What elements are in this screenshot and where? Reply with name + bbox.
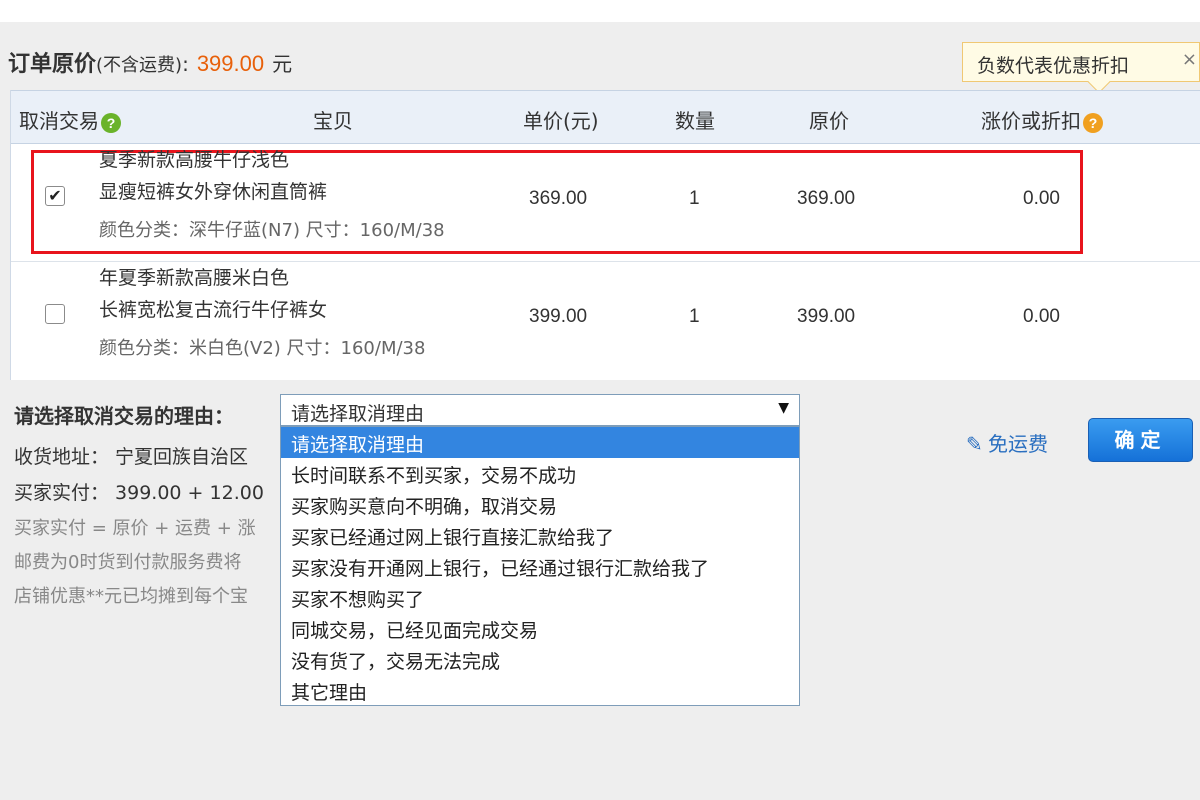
order-price-line: 订单原价 (不含运费) : 399.00 元 [8, 46, 292, 80]
dropdown-option[interactable]: 买家不想购买了 [281, 582, 799, 613]
item-title-line1[interactable]: 年夏季新款高腰米白色 [99, 262, 289, 294]
coupon-note: 店铺优惠**元已均摊到每个宝 [14, 586, 248, 607]
cancel-checkbox[interactable]: ✔ [45, 186, 65, 206]
header-unit-price: 单价(元) [523, 109, 599, 133]
cancel-reason-label: 请选择取消交易的理由： [14, 404, 234, 428]
header-quantity: 数量 [675, 109, 715, 133]
cancel-reason-select[interactable]: 请选择取消理由 ▼ [280, 394, 800, 426]
order-price-subtitle: (不含运费) [96, 55, 183, 76]
unit-price: 399.00 [529, 306, 588, 327]
dropdown-option[interactable]: 同城交易，已经见面完成交易 [281, 613, 799, 644]
table-row: ✔ 夏季新款高腰牛仔浅色 显瘦短裤女外穿休闲直筒裤 颜色分类：深牛仔蓝(N7) … [11, 144, 1200, 262]
item-title-line2[interactable]: 长裤宽松复古流行牛仔裤女 [99, 294, 327, 326]
buyer-paid: 买家实付： 399.00 + 12.00 [14, 482, 264, 504]
table-row: 年夏季新款高腰米白色 长裤宽松复古流行牛仔裤女 颜色分类：米白色(V2) 尺寸：… [11, 262, 1200, 380]
header-discount-label: 涨价或折扣 [981, 109, 1081, 133]
tooltip-text: 负数代表优惠折扣 [977, 55, 1130, 77]
header-original-price: 原价 [809, 109, 849, 133]
pencil-icon: ✎ [966, 432, 983, 456]
discount-value: 0.00 [1023, 188, 1060, 209]
header-item: 宝贝 [313, 109, 353, 133]
cancel-reason-dropdown: 请选择取消理由 长时间联系不到买家，交易不成功 买家购买意向不明确，取消交易 买… [280, 426, 800, 706]
item-title-line1[interactable]: 夏季新款高腰牛仔浅色 [99, 144, 289, 176]
free-shipping-link[interactable]: ✎ 免运费 [966, 428, 1048, 457]
original-price: 369.00 [797, 188, 856, 209]
paid-formula: 买家实付 = 原价 + 运费 + 涨 [14, 518, 256, 539]
header-cancel-trade-label: 取消交易 [19, 109, 99, 133]
table-header: 取消交易? 宝贝 单价(元) 数量 原价 涨价或折扣? [11, 90, 1200, 144]
unit-price: 369.00 [529, 188, 588, 209]
order-items-table: 取消交易? 宝贝 单价(元) 数量 原价 涨价或折扣? ✔ 夏季新款高腰牛仔浅色… [10, 90, 1200, 380]
dropdown-option[interactable]: 其它理由 [281, 675, 799, 706]
order-price-title: 订单原价 [8, 52, 97, 77]
shipping-address: 收货地址： 宁夏回族自治区 [14, 446, 249, 468]
dropdown-option[interactable]: 买家购买意向不明确，取消交易 [281, 489, 799, 520]
item-sku: 颜色分类：米白色(V2) 尺寸：160/M/38 [99, 338, 426, 359]
order-price-amount: 399.00 [196, 51, 265, 76]
item-title-line2[interactable]: 显瘦短裤女外穿休闲直筒裤 [99, 176, 327, 208]
quantity: 1 [689, 188, 700, 209]
order-price-colon: : [182, 52, 189, 76]
confirm-button[interactable]: 确定 [1088, 418, 1193, 462]
close-icon[interactable]: × [1182, 49, 1197, 70]
dropdown-option[interactable]: 没有货了，交易无法完成 [281, 644, 799, 675]
dropdown-option[interactable]: 买家已经通过网上银行直接汇款给我了 [281, 520, 799, 551]
chevron-down-icon: ▼ [778, 400, 789, 416]
top-band [0, 0, 1200, 22]
help-icon[interactable]: ? [101, 112, 121, 133]
dropdown-option[interactable]: 长时间联系不到买家，交易不成功 [281, 458, 799, 489]
cancel-checkbox[interactable] [45, 304, 65, 324]
help-icon[interactable]: ? [1083, 112, 1103, 133]
item-sku: 颜色分类：深牛仔蓝(N7) 尺寸：160/M/38 [99, 220, 445, 241]
quantity: 1 [689, 306, 700, 327]
order-price-unit: 元 [272, 52, 293, 76]
shipping-note: 邮费为0时货到付款服务费将 [14, 552, 242, 573]
dropdown-option[interactable]: 请选择取消理由 [281, 427, 799, 458]
select-value: 请选择取消理由 [291, 403, 425, 425]
discount-tooltip: 负数代表优惠折扣 × [962, 42, 1200, 94]
original-price: 399.00 [797, 306, 856, 327]
dropdown-option[interactable]: 买家没有开通网上银行，已经通过银行汇款给我了 [281, 551, 799, 582]
header-cancel-trade: 取消交易? [19, 105, 121, 134]
discount-value: 0.00 [1023, 306, 1060, 327]
free-shipping-label: 免运费 [988, 432, 1048, 456]
header-discount: 涨价或折扣? [981, 105, 1103, 134]
